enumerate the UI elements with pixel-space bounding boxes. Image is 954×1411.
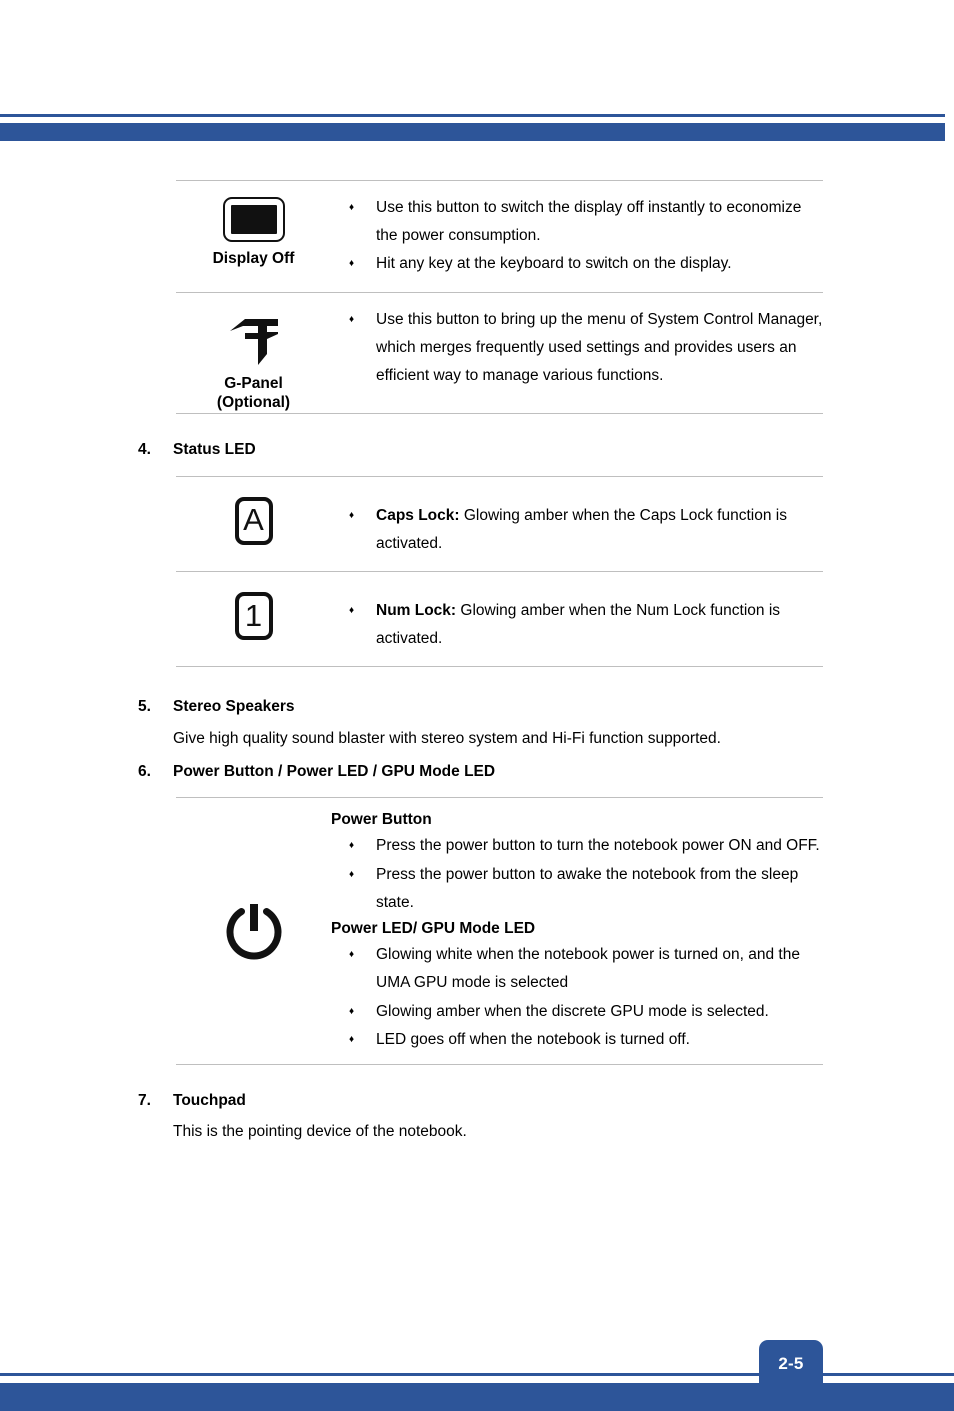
power-symbol-icon (226, 904, 281, 960)
num-lock-description-cell: Num Lock: Glowing amber when the Num Loc… (331, 572, 823, 666)
caps-lock-description-cell: Caps Lock: Glowing amber when the Caps L… (331, 477, 823, 571)
header-accent-rule (0, 114, 945, 117)
caps-lock-icon-cell: A (176, 477, 331, 565)
table-row-caps-lock: A Caps Lock: Glowing amber when the Caps… (176, 475, 823, 571)
caps-lock-bullet-list: Caps Lock: Glowing amber when the Caps L… (331, 502, 823, 558)
power-button-description-cell: Power Button Press the power button to t… (331, 798, 823, 1064)
heading-stereo-speakers: 5. Stereo Speakers (0, 697, 954, 716)
heading-number: 5. (138, 698, 151, 716)
list-item: Use this button to bring up the menu of … (331, 306, 823, 391)
heading-power-button: 6. Power Button / Power LED / GPU Mode L… (0, 762, 954, 781)
power-icon-cell (176, 899, 331, 963)
g-panel-icon-cell: G-Panel (Optional) (176, 293, 331, 414)
g-panel-caption-line1: G-Panel (224, 374, 283, 392)
function-key-table: Display Off Use this button to switch th… (176, 180, 823, 415)
power-button-table: Power Button Press the power button to t… (176, 797, 823, 1066)
table-row-display-off: Display Off Use this button to switch th… (176, 180, 823, 292)
g-panel-bullet-list: Use this button to bring up the menu of … (331, 306, 823, 391)
g-panel-caption-line2: (Optional) (216, 394, 291, 412)
page-number: 2-5 (778, 1353, 804, 1373)
display-off-icon-cell: Display Off (176, 181, 331, 269)
page-header (0, 114, 954, 146)
list-item: Glowing amber when the discrete GPU mode… (331, 998, 823, 1027)
table-row-num-lock: 1 Num Lock: Glowing amber when the Num L… (176, 571, 823, 668)
heading-status-led: 4. Status LED (0, 440, 954, 459)
num-lock-key-icon: 1 (234, 592, 273, 641)
footer-accent-bar (0, 1383, 954, 1411)
list-item: LED goes off when the notebook is turned… (331, 1026, 823, 1055)
header-accent-bar (0, 123, 945, 141)
g-panel-description-cell: Use this button to bring up the menu of … (331, 293, 823, 404)
power-led-subheading: Power LED/ GPU Mode LED (331, 919, 536, 937)
display-off-caption: Display Off (212, 250, 295, 267)
num-lock-bullet-list: Num Lock: Glowing amber when the Num Loc… (331, 597, 823, 653)
heading-number: 7. (138, 1092, 151, 1110)
caps-lock-label: Caps Lock: (376, 506, 460, 524)
page-title: Stereo Speakers (173, 698, 295, 716)
page-title: Power Button / Power LED / GPU Mode LED (173, 762, 496, 780)
heading-number: 6. (138, 762, 151, 780)
page-title: Touchpad (173, 1092, 246, 1110)
display-off-bullet-list: Use this button to switch the display of… (331, 194, 823, 279)
power-led-bullet-list: Glowing white when the notebook power is… (331, 941, 823, 1054)
list-item: Use this button to switch the display of… (331, 194, 823, 250)
table-row-power-button: Power Button Press the power button to t… (176, 797, 823, 1066)
power-button-bullet-list: Press the power button to turn the noteb… (331, 832, 823, 917)
page-title: Status LED (173, 441, 256, 459)
list-item: Caps Lock: Glowing amber when the Caps L… (331, 502, 823, 558)
list-item: Press the power button to awake the note… (331, 861, 823, 917)
list-item: Glowing white when the notebook power is… (331, 941, 823, 997)
status-led-table: A Caps Lock: Glowing amber when the Caps… (176, 475, 823, 668)
stereo-speakers-body: Give high quality sound blaster with ste… (173, 729, 721, 747)
list-item: Hit any key at the keyboard to switch on… (331, 250, 823, 279)
list-item: Num Lock: Glowing amber when the Num Loc… (331, 597, 823, 653)
power-button-subheading: Power Button (331, 811, 432, 829)
table-row-g-panel: G-Panel (Optional) Use this button to br… (176, 291, 823, 415)
display-off-description-cell: Use this button to switch the display of… (331, 181, 823, 292)
caps-lock-key-icon: A (234, 496, 273, 545)
touchpad-body: This is the pointing device of the noteb… (173, 1123, 467, 1141)
heading-touchpad: 7. Touchpad (0, 1091, 954, 1110)
heading-number: 4. (138, 441, 151, 459)
page-content: Display Off Use this button to switch th… (0, 180, 954, 1143)
num-lock-icon-cell: 1 (176, 572, 331, 660)
page-footer: 2-5 (0, 1331, 954, 1411)
page-number-tab: 2-5 (759, 1340, 823, 1387)
display-off-icon (222, 197, 285, 242)
g-panel-logo-icon (229, 318, 278, 365)
g-panel-caption: G-Panel (Optional) (217, 374, 290, 414)
list-item: Press the power button to turn the noteb… (331, 832, 823, 861)
num-lock-label: Num Lock: (376, 602, 457, 620)
